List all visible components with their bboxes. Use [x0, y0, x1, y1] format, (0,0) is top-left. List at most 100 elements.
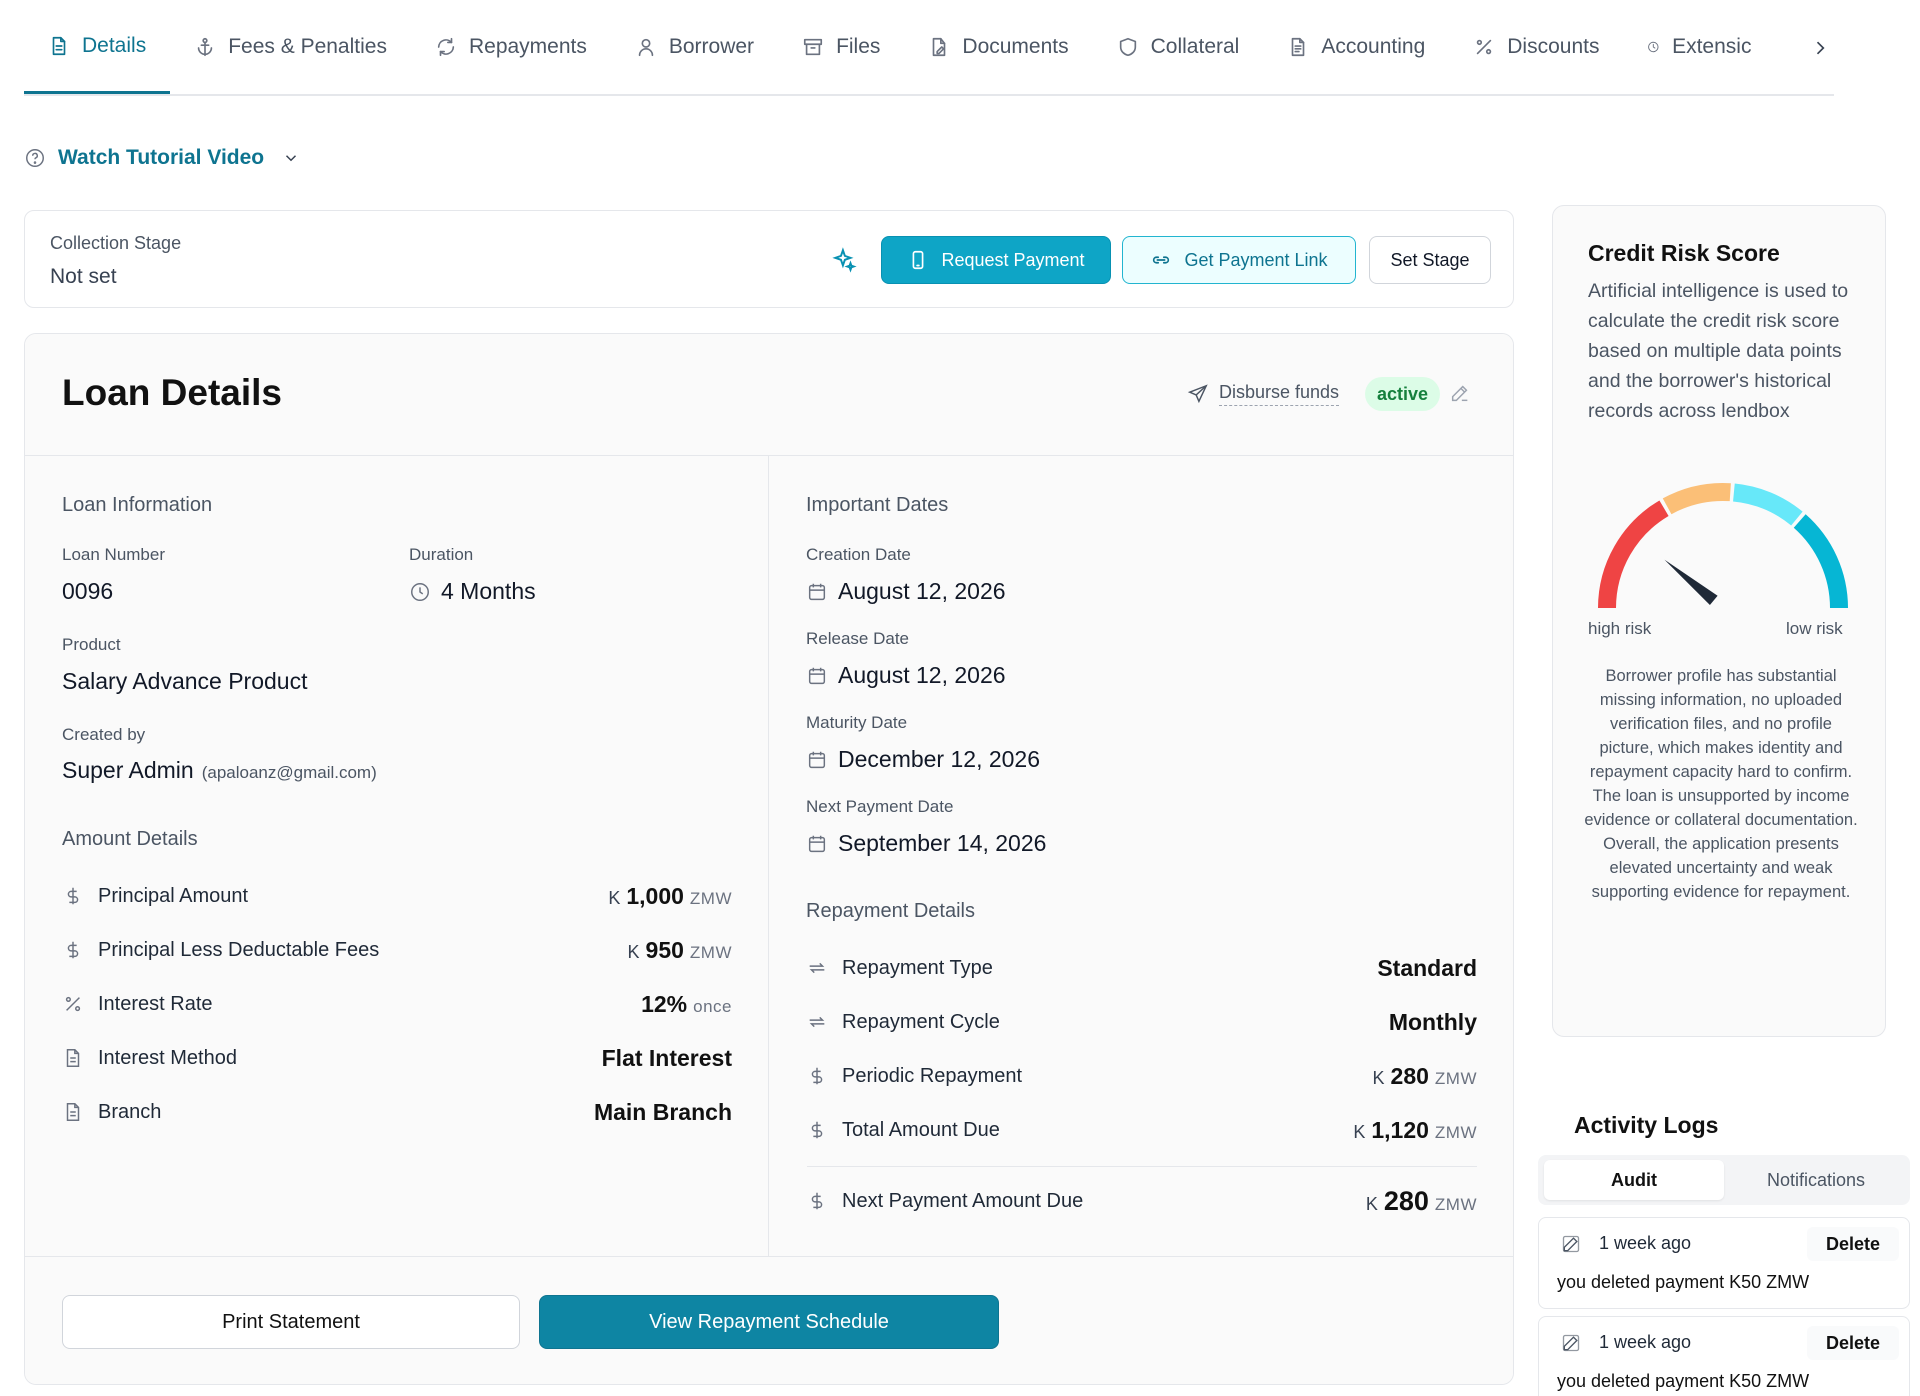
tab-label: Documents	[962, 35, 1069, 58]
tab-bar: Details Fees & Penalties Repayments Borr…	[24, 0, 1834, 96]
log-time: 1 week ago	[1599, 1233, 1692, 1253]
repayment-number: 280	[1390, 1062, 1429, 1089]
tab-discounts[interactable]: Discounts	[1449, 0, 1623, 94]
view-repayment-schedule-label: View Repayment Schedule	[649, 1310, 889, 1333]
amount-value: Flat Interest	[602, 1045, 732, 1072]
archive-icon	[803, 38, 823, 56]
get-payment-link-button[interactable]: Get Payment Link	[1122, 236, 1356, 284]
created-by-email: (apaloanz@gmail.com)	[201, 763, 377, 782]
amount-label: Interest Rate	[98, 992, 213, 1015]
tab-documents[interactable]: Documents	[904, 0, 1092, 94]
log-delete-button[interactable]: Delete	[1807, 1326, 1899, 1360]
get-payment-link-label: Get Payment Link	[1184, 249, 1328, 270]
chevron-down-icon	[286, 155, 297, 162]
dollar-icon	[811, 1121, 823, 1139]
amount-row: Interest Rate 12% once	[62, 988, 732, 1020]
loan-information-title: Loan Information	[62, 494, 213, 516]
next-payment-due-label: Next Payment Amount Due	[842, 1189, 1084, 1212]
chevron-right-icon	[1816, 41, 1825, 55]
tab-borrower[interactable]: Borrower	[611, 0, 778, 94]
date-value: August 12, 2026	[806, 578, 1006, 605]
activity-log-tabs: Audit Notifications	[1538, 1155, 1910, 1205]
collection-stage-label: Collection Stage	[50, 233, 182, 253]
loan-details-header: Loan Details Disburse funds active	[25, 334, 1513, 456]
dollar-icon	[67, 941, 79, 959]
disburse-funds-link[interactable]: Disburse funds	[1187, 382, 1340, 406]
sparkle-icon[interactable]	[831, 247, 857, 273]
amount-value: Main Branch	[594, 1099, 732, 1126]
log-message: you deleted payment K50 ZMW	[1557, 1272, 1810, 1292]
link-icon	[1153, 256, 1170, 264]
calendar-icon	[808, 751, 826, 768]
amount-label: Interest Method	[98, 1046, 237, 1069]
amount-value: 12% once	[641, 991, 732, 1018]
ledger-icon	[1292, 37, 1305, 57]
collection-stage-card: Collection Stage Not set Request Payment…	[24, 210, 1514, 308]
product: Salary Advance Product	[62, 668, 308, 694]
loan-number-value: 0096	[62, 578, 113, 605]
loan-number: 0096	[62, 578, 114, 604]
amount-label: Principal Less Deductable Fees	[98, 938, 380, 961]
amount-number: 950	[645, 936, 684, 963]
gauge-arc-lowest	[1793, 514, 1848, 609]
edit-icon	[1562, 1235, 1580, 1253]
gauge-needle	[1664, 559, 1718, 605]
edit-icon[interactable]	[1449, 382, 1471, 404]
repayment-value: Monthly	[1389, 1009, 1477, 1036]
repayment-label: Total Amount Due	[842, 1118, 1000, 1141]
credit-risk-title: Credit Risk Score	[1588, 240, 1780, 266]
low-risk-label: low risk	[1786, 619, 1843, 638]
tab-extensions[interactable]: Extensic	[1623, 0, 1751, 94]
amount-number: Flat Interest	[601, 1044, 732, 1071]
product-value: Salary Advance Product	[62, 668, 307, 695]
repayment-number: Standard	[1377, 954, 1477, 981]
tab-repayments[interactable]: Repayments	[411, 0, 611, 94]
repayment-value: K 1,120 ZMW	[1353, 1117, 1477, 1144]
anchor-icon	[197, 37, 213, 57]
risk-gauge	[1598, 482, 1848, 609]
log-delete-button[interactable]: Delete	[1807, 1227, 1899, 1261]
created-by-value: Super Admin (apaloanz@gmail.com)	[62, 757, 377, 784]
rate-suffix: once	[693, 996, 732, 1016]
tab-notifications[interactable]: Notifications	[1728, 1160, 1904, 1200]
tab-scroll-right-button[interactable]	[1806, 34, 1834, 62]
tab-details[interactable]: Details	[24, 0, 171, 94]
amount-row: Principal Amount K 1,000 ZMW	[62, 880, 732, 912]
gauge-arc-mid	[1662, 482, 1731, 515]
activity-logs-title: Activity Logs	[1574, 1112, 1719, 1138]
amount-value: K 1,000 ZMW	[608, 883, 732, 910]
credit-risk-summary: Borrower profile has substantial missing…	[1584, 667, 1858, 901]
date-text: August 12, 2026	[838, 662, 1006, 688]
request-payment-label: Request Payment	[941, 249, 1085, 270]
date-text: December 12, 2026	[838, 746, 1041, 772]
repayment-number: 1,120	[1371, 1116, 1429, 1143]
loan-details-card: Loan Details Disburse funds active Loan …	[24, 333, 1514, 1385]
tab-accounting[interactable]: Accounting	[1263, 0, 1449, 94]
set-stage-button[interactable]: Set Stage	[1369, 236, 1491, 284]
tab-files[interactable]: Files	[778, 0, 904, 94]
dollar-icon	[811, 1067, 823, 1085]
gauge-arc-high	[1598, 500, 1669, 609]
shield-icon	[1119, 37, 1136, 57]
request-payment-button[interactable]: Request Payment	[881, 236, 1111, 284]
amount-number: 1,000	[626, 882, 684, 909]
tab-fees-penalties[interactable]: Fees & Penalties	[170, 0, 411, 94]
amount-row: Principal Less Deductable Fees K 950 ZMW	[62, 934, 732, 966]
document-icon	[66, 1103, 80, 1121]
credit-risk-description: Artificial intelligence is used to calcu…	[1588, 280, 1849, 422]
calendar-icon	[808, 667, 826, 684]
tab-audit[interactable]: Audit	[1544, 1160, 1724, 1200]
next-payment-due-number: 280	[1383, 1185, 1429, 1216]
loan-number-label: Loan Number	[62, 545, 166, 564]
loan-details-title: Loan Details	[62, 372, 282, 413]
date-label: Creation Date	[806, 545, 911, 564]
watch-tutorial-toggle[interactable]: Watch Tutorial Video	[24, 146, 300, 170]
tab-collateral[interactable]: Collateral	[1093, 0, 1264, 94]
view-repayment-schedule-button[interactable]: View Repayment Schedule	[539, 1295, 999, 1349]
column-divider	[768, 456, 769, 1256]
repayment-row: Repayment Cycle Monthly	[806, 1006, 1477, 1038]
print-statement-button[interactable]: Print Statement	[62, 1295, 520, 1349]
date-label: Maturity Date	[806, 713, 908, 732]
document-icon	[66, 1049, 80, 1067]
currency-prefix: K	[1353, 1121, 1366, 1142]
